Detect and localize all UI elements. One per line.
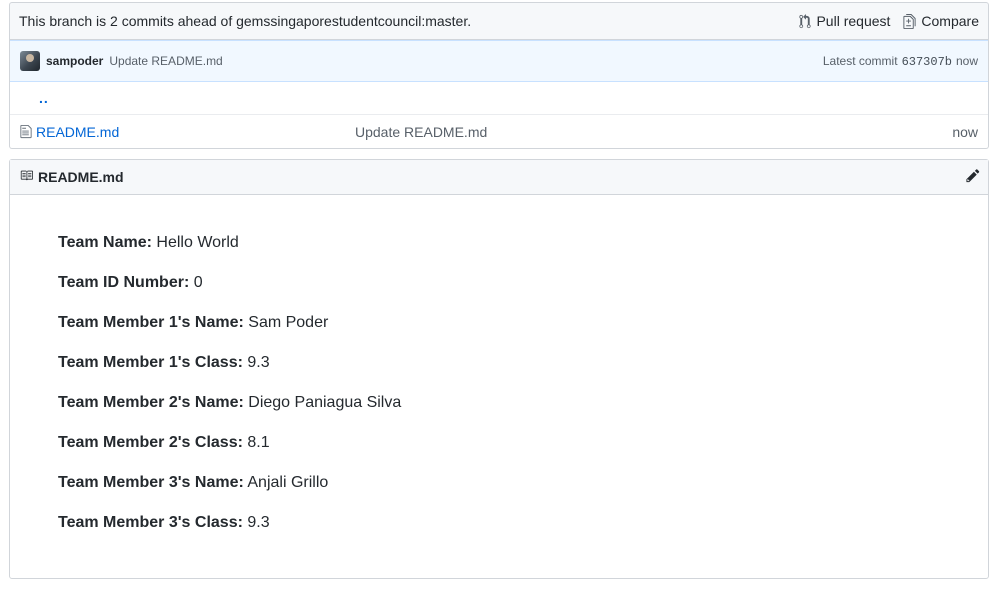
branch-status-text: This branch is 2 commits ahead of gemssi… — [19, 13, 472, 29]
team-name-line: Team Name: Hello World — [58, 234, 239, 251]
commit-age: now — [955, 53, 978, 68]
member-1-name-line: Team Member 1's Name: Sam Poder — [58, 314, 329, 331]
file-name-link[interactable]: README.md — [36, 124, 119, 140]
readme-panel: README.md Team Name: Hello World Team ID… — [9, 159, 989, 579]
branch-actions: Pull request Compare — [799, 13, 979, 29]
latest-commit-label: Latest commit — [822, 53, 898, 68]
readme-title: README.md — [19, 169, 124, 185]
pull-request-label: Pull request — [816, 13, 891, 29]
pencil-icon — [966, 169, 980, 186]
commit-author-link[interactable]: sampoder — [46, 54, 103, 68]
git-pull-request-icon — [799, 13, 812, 29]
readme-header: README.md — [10, 160, 988, 195]
readme-title-text: README.md — [38, 169, 124, 185]
diff-icon — [903, 13, 916, 29]
commit-summary: sampoder Update README.md — [20, 51, 223, 71]
edit-readme-button[interactable] — [966, 168, 980, 186]
file-icon — [20, 124, 32, 139]
member-3-class-line: Team Member 3's Class: 9.3 — [58, 514, 270, 531]
readme-content: Team Name: Hello World Team ID Number: 0… — [10, 195, 988, 551]
avatar[interactable] — [20, 51, 40, 71]
team-id-line: Team ID Number: 0 — [58, 274, 203, 291]
latest-commit-bar: sampoder Update README.md Latest commit … — [10, 40, 988, 82]
commit-sha-link[interactable]: 637307b — [902, 55, 952, 69]
member-2-class-line: Team Member 2's Class: 8.1 — [58, 434, 270, 451]
file-commit-message-link[interactable]: Update README.md — [355, 124, 487, 140]
pull-request-link[interactable]: Pull request — [799, 13, 890, 29]
branch-status-bar: This branch is 2 commits ahead of gemssi… — [9, 2, 989, 40]
book-icon — [19, 169, 34, 185]
compare-link[interactable]: Compare — [903, 13, 979, 29]
parent-directory-row: .. — [10, 82, 988, 115]
member-3-name-line: Team Member 3's Name: Anjali Grillo — [58, 474, 329, 491]
file-age: now — [952, 123, 978, 140]
member-1-class-line: Team Member 1's Class: 9.3 — [58, 354, 270, 371]
member-2-name-line: Team Member 2's Name: Diego Paniagua Sil… — [58, 394, 402, 411]
commit-message-link[interactable]: Update README.md — [109, 54, 222, 68]
commit-meta: Latest commit 637307b now — [823, 54, 978, 69]
file-navigation: sampoder Update README.md Latest commit … — [9, 40, 989, 149]
file-row: README.md Update README.md now — [10, 115, 988, 148]
compare-label: Compare — [921, 13, 979, 29]
parent-directory-link[interactable]: .. — [39, 90, 49, 106]
